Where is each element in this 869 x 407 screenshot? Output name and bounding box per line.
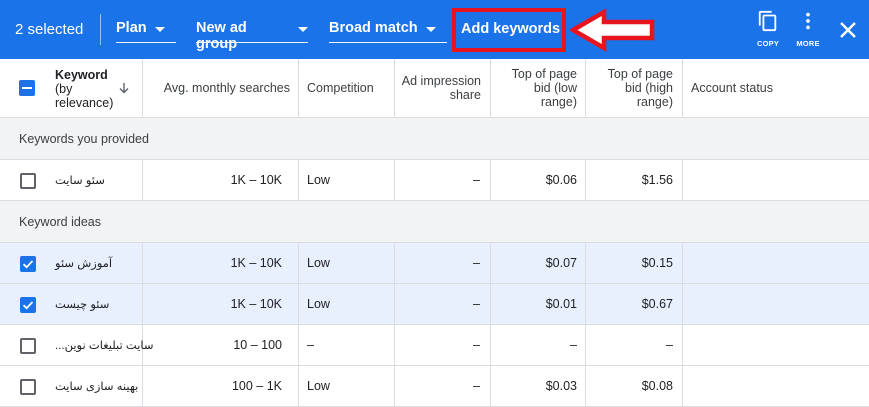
- copy-icon: [758, 10, 777, 32]
- header-bid-high[interactable]: Top of page bid (high range): [586, 59, 683, 117]
- selection-toolbar: 2 selected Plan New ad group Broad match…: [0, 0, 869, 59]
- header-bid-low[interactable]: Top of page bid (low range): [491, 59, 586, 117]
- header-account-status-label: Account status: [691, 81, 773, 95]
- avg-searches-value: 100 – 1K: [231, 379, 282, 393]
- header-keyword-line-3: relevance): [55, 96, 114, 110]
- keyword-text: سایت تبلیغات نوین...: [55, 340, 154, 352]
- selected-count: 2 selected: [15, 21, 84, 38]
- avg-searches-value: 10 – 100: [233, 338, 282, 352]
- copy-label: COPY: [756, 39, 780, 48]
- table-row[interactable]: سئو چیست 1K – 10K Low – $0.01 $0.67: [0, 284, 869, 325]
- competition-value: Low: [307, 379, 330, 393]
- table-header: Keyword (by relevance) Avg. monthly sear…: [0, 59, 869, 118]
- header-impression-line-1: Ad impression: [401, 74, 481, 88]
- competition-value: –: [307, 338, 314, 352]
- annotation-highlight-box: [452, 8, 566, 52]
- keyword-text: بهینه سازی سایت: [55, 381, 139, 393]
- impression-share-value: –: [473, 379, 480, 393]
- chevron-down-icon: [154, 27, 165, 32]
- section-title: Keywords you provided: [19, 132, 149, 146]
- competition-value: Low: [307, 297, 330, 311]
- header-avg-label: Avg. monthly searches: [163, 81, 290, 95]
- select-all-checkbox[interactable]: [19, 80, 35, 96]
- table-row[interactable]: سئو سایت 1K – 10K Low – $0.06 $1.56: [0, 160, 869, 201]
- impression-share-value: –: [473, 297, 480, 311]
- avg-searches-value: 1K – 10K: [230, 256, 282, 270]
- competition-value: Low: [307, 173, 330, 187]
- match-type-label: Broad match: [329, 20, 418, 36]
- header-select-all-cell: [0, 59, 42, 117]
- avg-searches-value: 1K – 10K: [230, 173, 282, 187]
- header-keyword[interactable]: Keyword (by relevance): [42, 59, 143, 117]
- competition-value: Low: [307, 256, 330, 270]
- bid-high-value: –: [666, 338, 673, 352]
- bid-low-value: $0.07: [545, 256, 577, 270]
- plan-dropdown[interactable]: Plan: [116, 20, 176, 43]
- header-competition-label: Competition: [307, 81, 374, 95]
- header-avg-monthly-searches[interactable]: Avg. monthly searches: [143, 59, 299, 117]
- bid-low-value: $0.06: [545, 173, 577, 187]
- header-bid-high-line-3: range): [636, 95, 673, 109]
- keyword-text: سئو سایت: [55, 175, 105, 187]
- row-checkbox[interactable]: [20, 379, 36, 395]
- section-header-provided: Keywords you provided: [0, 118, 869, 160]
- ad-group-label: New ad group: [196, 20, 247, 52]
- keyword-text: سئو چیست: [55, 299, 110, 311]
- header-bid-low-line-2: bid (low: [533, 81, 577, 95]
- close-icon[interactable]: [836, 18, 860, 42]
- impression-share-value: –: [473, 256, 480, 270]
- table-row[interactable]: بهینه سازی سایت 100 – 1K Low – $0.03 $0.…: [0, 366, 869, 407]
- annotation-arrow-icon: [570, 8, 655, 52]
- toolbar-divider: [100, 14, 101, 45]
- copy-button[interactable]: COPY: [753, 10, 783, 48]
- checkmark-icon: [22, 260, 34, 269]
- section-header-ideas: Keyword ideas: [0, 201, 869, 243]
- header-impression-share[interactable]: Ad impression share: [395, 59, 491, 117]
- bid-high-value: $0.15: [641, 256, 673, 270]
- checkmark-icon: [22, 301, 34, 310]
- more-vert-icon: [806, 12, 810, 30]
- header-bid-low-line-1: Top of page: [511, 67, 577, 81]
- header-bid-low-line-3: range): [540, 95, 577, 109]
- match-type-dropdown[interactable]: Broad match: [329, 20, 447, 43]
- header-impression-line-2: share: [449, 88, 481, 102]
- bid-high-value: $1.56: [641, 173, 673, 187]
- row-checkbox[interactable]: [20, 256, 36, 272]
- header-keyword-line-2: (by: [55, 82, 73, 96]
- row-checkbox[interactable]: [20, 173, 36, 189]
- impression-share-value: –: [473, 338, 480, 352]
- header-account-status[interactable]: Account status: [683, 59, 869, 117]
- bid-low-value: $0.03: [545, 379, 577, 393]
- plan-label: Plan: [116, 20, 147, 36]
- keyword-text: آموزش سئو: [55, 258, 113, 270]
- header-bid-high-line-2: bid (high: [625, 81, 673, 95]
- chevron-down-icon: [425, 27, 436, 32]
- table-row[interactable]: آموزش سئو 1K – 10K Low – $0.07 $0.15: [0, 243, 869, 284]
- bid-low-value: $0.01: [545, 297, 577, 311]
- ad-group-dropdown[interactable]: New ad group: [196, 20, 308, 52]
- bid-high-value: $0.08: [641, 379, 673, 393]
- section-title: Keyword ideas: [19, 215, 101, 229]
- row-checkbox[interactable]: [20, 338, 36, 354]
- more-label: MORE: [796, 39, 820, 48]
- header-bid-high-line-1: Top of page: [607, 67, 673, 81]
- row-checkbox[interactable]: [20, 297, 36, 313]
- minus-icon: [22, 87, 32, 89]
- chevron-down-icon: [298, 27, 308, 32]
- impression-share-value: –: [473, 173, 480, 187]
- table-row[interactable]: سایت تبلیغات نوین... 10 – 100 – – – –: [0, 325, 869, 366]
- header-keyword-line-1: Keyword: [55, 68, 108, 82]
- avg-searches-value: 1K – 10K: [230, 297, 282, 311]
- bid-low-value: –: [570, 338, 577, 352]
- sort-arrow-down-icon[interactable]: [118, 82, 130, 94]
- more-button[interactable]: MORE: [792, 10, 824, 48]
- bid-high-value: $0.67: [641, 297, 673, 311]
- header-competition[interactable]: Competition: [299, 59, 395, 117]
